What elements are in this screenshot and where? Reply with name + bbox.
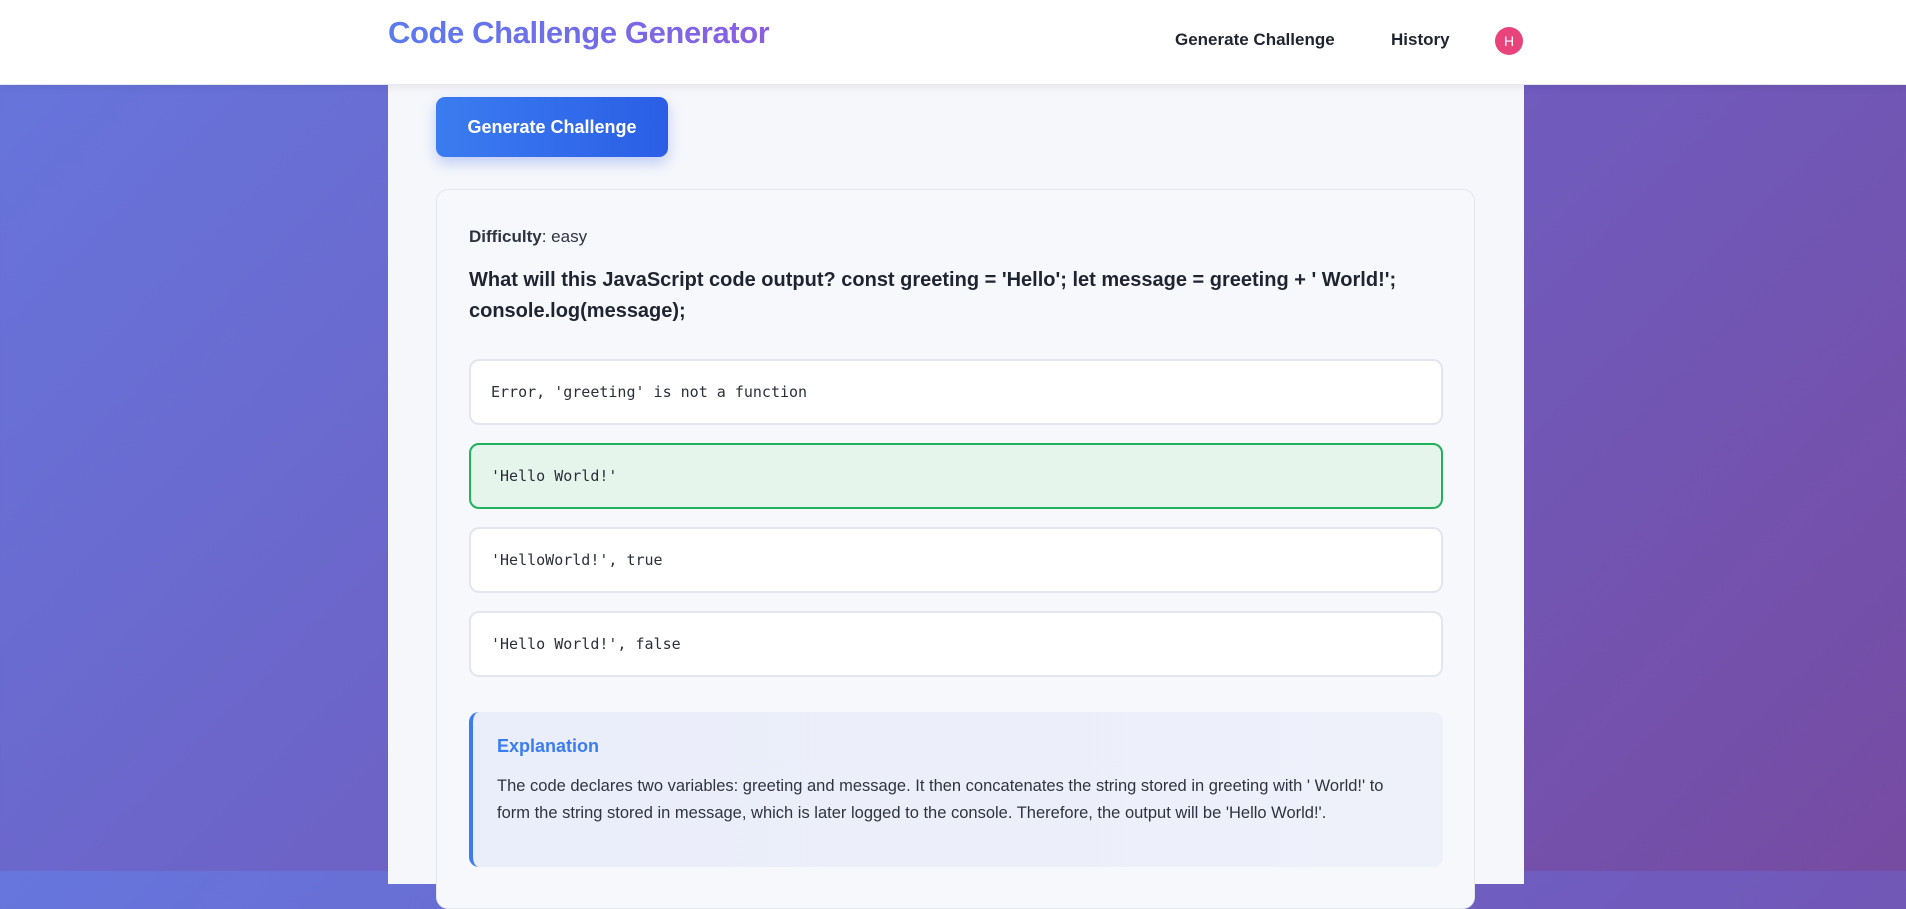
explanation-box: Explanation The code declares two variab… bbox=[469, 712, 1443, 867]
answer-option-2-correct[interactable]: 'Hello World!' bbox=[469, 443, 1443, 509]
challenge-question: What will this JavaScript code output? c… bbox=[469, 269, 1397, 322]
user-avatar[interactable]: H bbox=[1495, 27, 1523, 55]
nav-history-link[interactable]: History bbox=[1391, 28, 1450, 52]
nav-generate-challenge-link[interactable]: Generate Challenge bbox=[1175, 28, 1335, 52]
answer-option-1[interactable]: Error, 'greeting' is not a function bbox=[469, 359, 1443, 425]
app-title[interactable]: Code Challenge Generator bbox=[388, 13, 770, 53]
main-content-panel: Generate Challenge Difficulty: easy What… bbox=[388, 84, 1524, 909]
difficulty-line: Difficulty: easy bbox=[469, 225, 587, 249]
top-navbar: Code Challenge Generator Generate Challe… bbox=[0, 0, 1906, 85]
answer-option-4[interactable]: 'Hello World!', false bbox=[469, 611, 1443, 677]
explanation-text: The code declares two variables: greetin… bbox=[497, 777, 1384, 822]
difficulty-value: : easy bbox=[541, 227, 588, 246]
generate-challenge-button[interactable]: Generate Challenge bbox=[436, 97, 668, 157]
answer-option-3[interactable]: 'HelloWorld!', true bbox=[469, 527, 1443, 593]
difficulty-label: Difficulty bbox=[469, 227, 542, 246]
explanation-title: Explanation bbox=[497, 736, 600, 756]
challenge-card: Difficulty: easy What will this JavaScri… bbox=[436, 189, 1475, 909]
